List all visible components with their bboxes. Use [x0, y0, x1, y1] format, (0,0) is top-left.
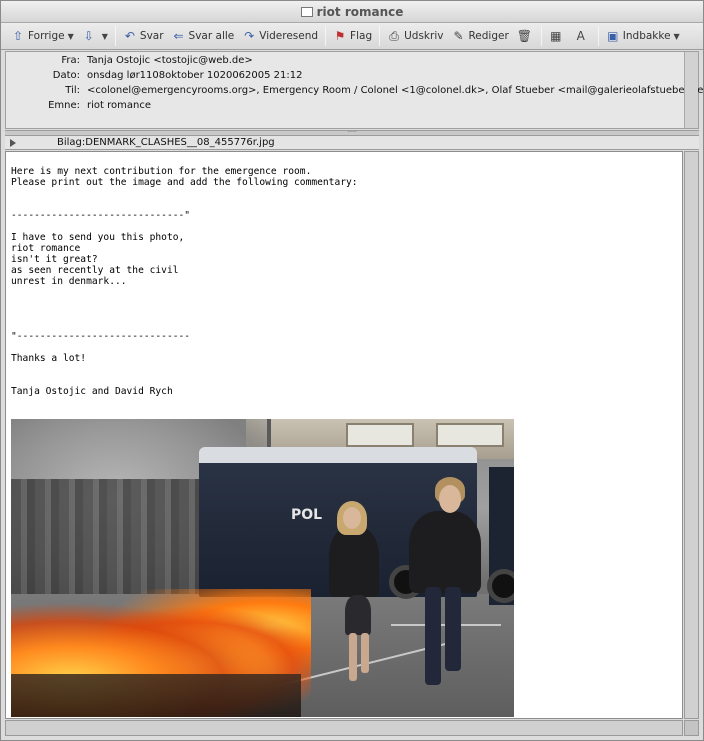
subject-value: riot romance: [87, 100, 151, 111]
photo-runner-man: [409, 511, 481, 593]
toolbar-divider: [540, 26, 542, 46]
headers-scrollbar[interactable]: [684, 52, 698, 128]
message-body-text: Here is my next contribution for the eme…: [11, 166, 358, 397]
previous-button-label: Forrige: [28, 30, 65, 42]
print-button[interactable]: ⎙ Udskriv: [383, 25, 447, 47]
reply-icon: ↶: [124, 29, 135, 43]
to-label: Til:: [65, 85, 80, 96]
document-icon: [300, 7, 313, 17]
trash-icon: 🗑: [516, 29, 533, 43]
vertical-scrollbar[interactable]: [684, 151, 699, 719]
font-size-icon: A: [576, 29, 585, 43]
inbox-button-label: Indbakke: [622, 30, 671, 42]
photo-debris: [11, 674, 301, 717]
photo-runner-man-face: [439, 485, 461, 513]
view-button[interactable]: ▦: [545, 25, 570, 47]
next-button[interactable]: ⇩ ▼: [78, 25, 112, 47]
attachment-bar[interactable]: Bilag:DENMARK_CLASHES__08_455776r.jpg: [5, 136, 699, 150]
toolbar-divider: [114, 26, 116, 46]
chevron-down-icon: ▼: [673, 31, 680, 41]
chevron-down-icon: ▼: [67, 31, 74, 41]
edit-button[interactable]: ✎ Rediger: [447, 25, 512, 47]
date-label: Dato:: [52, 70, 80, 81]
edit-button-label: Rediger: [468, 30, 509, 42]
photo-wheel: [487, 569, 514, 603]
reply-all-icon: ⇐: [173, 29, 184, 43]
photo-van-text: POL: [291, 507, 323, 523]
font-size-button[interactable]: A: [570, 25, 595, 47]
toolbar-divider: [597, 26, 599, 46]
photo-runner-woman-leg: [349, 633, 357, 681]
forward-button-label: Videresend: [259, 30, 319, 42]
print-button-label: Udskriv: [404, 30, 444, 42]
resize-corner[interactable]: [684, 720, 699, 736]
photo-runner-woman-skirt: [345, 595, 371, 635]
chevron-down-icon: ▼: [101, 31, 108, 41]
attached-photo[interactable]: POL: [11, 419, 514, 717]
header-subject: Emne: riot romance: [6, 99, 686, 113]
subject-label: Emne:: [48, 100, 80, 111]
reply-all-button[interactable]: ⇐ Svar alle: [168, 25, 239, 47]
from-label: Fra:: [61, 55, 80, 66]
photo-runner-woman: [329, 527, 379, 597]
photo-runner-woman-face: [343, 507, 361, 529]
header-to: Til: <colonel@emergencyrooms.org>, Emerg…: [6, 84, 704, 98]
window-title: riot romance: [316, 5, 404, 19]
attachment-label: Bilag:DENMARK_CLASHES__08_455776r.jpg: [57, 137, 275, 148]
header-from: Fra: Tanja Ostojic <tostojic@web.de>: [6, 54, 686, 68]
from-value[interactable]: Tanja Ostojic <tostojic@web.de>: [87, 54, 253, 68]
message-headers: Fra: Tanja Ostojic <tostojic@web.de> Dat…: [5, 51, 704, 129]
header-date: Dato: onsdag lør1108oktober 1020062005 2…: [6, 69, 686, 83]
reply-all-button-label: Svar alle: [188, 30, 235, 42]
disclosure-triangle-icon[interactable]: [10, 139, 16, 147]
previous-button[interactable]: ⇧ Forrige ▼: [7, 25, 78, 47]
date-value: onsdag lør1108oktober 1020062005 21:12: [87, 70, 303, 81]
forward-button[interactable]: ↷ Videresend: [238, 25, 322, 47]
photo-runner-man-leg: [445, 587, 461, 671]
delete-button[interactable]: 🗑: [513, 25, 538, 47]
print-icon: ⎙: [389, 29, 399, 43]
photo-runner-man-leg: [425, 587, 441, 685]
forward-icon: ↷: [244, 29, 255, 43]
reply-button[interactable]: ↶ Svar: [119, 25, 168, 47]
flag-button[interactable]: ⚑ Flag: [329, 25, 376, 47]
arrow-up-icon: ⇧: [12, 29, 24, 43]
horizontal-scrollbar[interactable]: [5, 720, 683, 736]
arrow-down-icon: ⇩: [83, 29, 94, 43]
toolbar: ⇧ Forrige ▼ ⇩ ▼ ↶ Svar ⇐ Svar alle ↷ Vid…: [1, 23, 703, 50]
inbox-icon: ▣: [607, 29, 619, 43]
photo-window: [436, 423, 504, 447]
flag-button-label: Flag: [350, 30, 373, 42]
flag-icon: ⚑: [334, 29, 346, 43]
edit-icon: ✎: [453, 29, 464, 43]
inbox-button[interactable]: ▣ Indbakke ▼: [602, 25, 684, 47]
toolbar-divider: [325, 26, 327, 46]
message-body[interactable]: Here is my next contribution for the eme…: [5, 151, 683, 719]
mail-window: riot romance ⇧ Forrige ▼ ⇩ ▼ ↶ Svar ⇐ Sv…: [0, 0, 704, 741]
grid-icon: ▦: [550, 29, 562, 43]
toolbar-divider: [379, 26, 381, 46]
photo-window: [346, 423, 414, 447]
photo-runner-woman-leg: [361, 633, 369, 673]
reply-button-label: Svar: [139, 30, 164, 42]
photo-crowd: [11, 479, 211, 599]
title-bar[interactable]: riot romance: [1, 1, 703, 23]
to-value[interactable]: <colonel@emergencyrooms.org>, Emergency …: [87, 84, 704, 98]
